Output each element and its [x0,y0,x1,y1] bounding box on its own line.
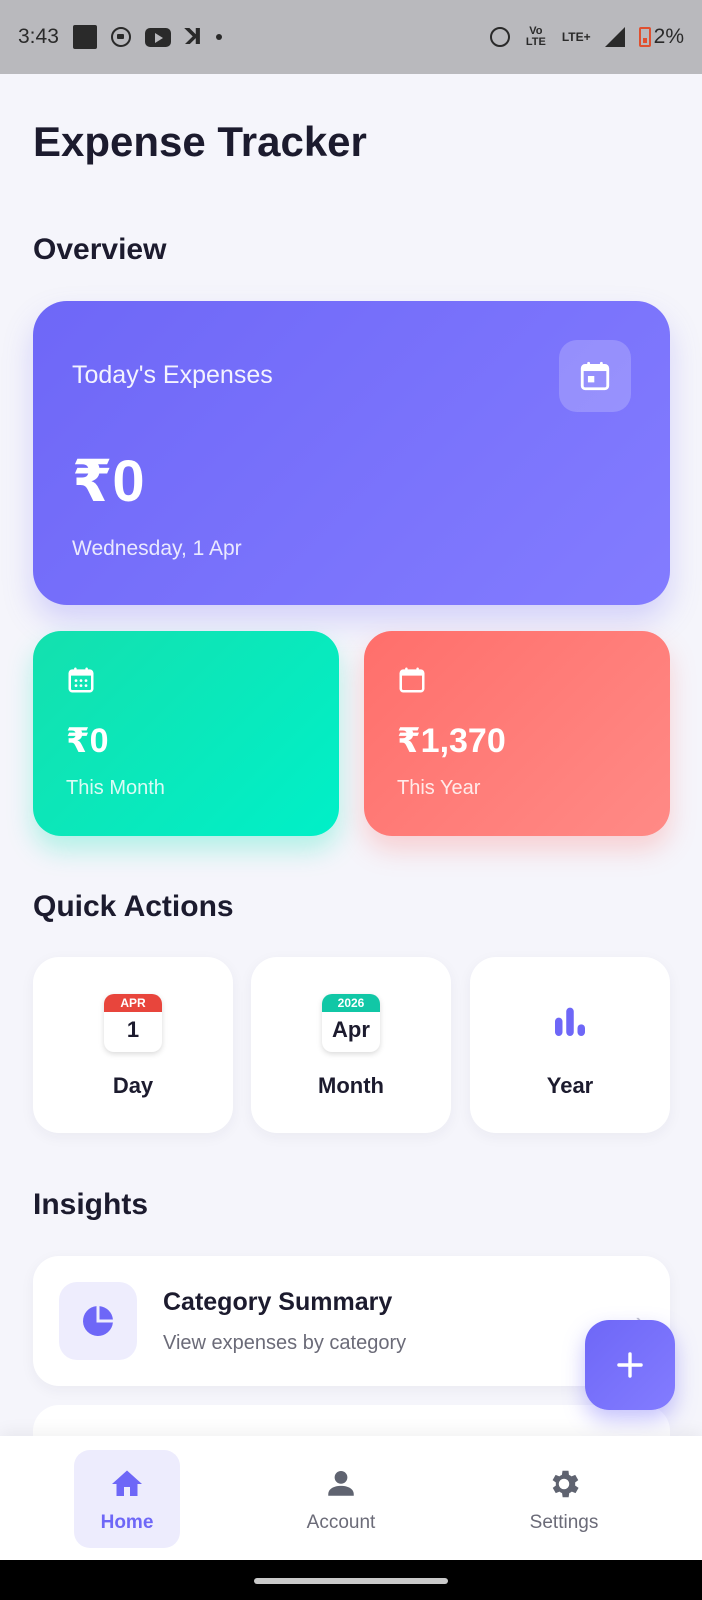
quick-action-month-label: Month [318,1073,384,1098]
nav-item-home[interactable]: Home [74,1450,180,1548]
add-expense-button[interactable] [585,1320,675,1410]
this-year-card[interactable]: ₹1,370 This Year [364,631,670,836]
bar-chart-icon [550,1001,590,1046]
status-bar-right: Vo LTE LTE+ 2% [489,25,684,49]
this-year-label: This Year [397,777,481,799]
notification-media-icon [110,27,131,47]
more-notifications-dot-icon [215,34,222,40]
battery-icon [638,27,651,47]
status-time: 3:43 [18,25,59,48]
calendar-icon [397,665,427,700]
alarm-icon [489,27,510,47]
month-calendar-year: 2026 [322,994,380,1012]
today-date: Wednesday, 1 Apr [72,537,242,560]
bottom-navigation: Home Account Settings [0,1436,702,1560]
today-expenses-card[interactable]: Today's Expenses ₹0 Wednesday, 1 Apr [33,301,670,605]
battery-indicator: 2% [638,25,684,49]
category-summary-subtitle: View expenses by category [163,1332,407,1354]
day-calendar-icon: APR 1 [104,994,162,1052]
day-calendar-date: 1 [126,1017,140,1042]
quick-action-day[interactable]: APR 1 Day [33,957,233,1133]
insights-section-title: Insights [33,1188,149,1221]
category-summary-title: Category Summary [163,1288,393,1316]
system-gesture-bar [0,1560,702,1600]
signal-icon [604,27,625,47]
youtube-icon [144,27,171,47]
nav-account-label: Account [306,1512,376,1533]
this-month-label: This Month [66,777,165,799]
today-expenses-amount: ₹0 [72,449,145,514]
quick-action-year[interactable]: Year [470,957,670,1133]
status-bar: 3:43 ꓘ Vo LTE LTE+ 2% [0,0,702,74]
volte-label: Vo LTE [525,25,546,48]
notification-k-icon: ꓘ [184,24,202,49]
this-month-card[interactable]: ₹0 This Month [33,631,339,836]
lte-label: LTE+ [561,29,591,44]
month-calendar-month: Apr [332,1017,370,1042]
plus-icon [617,1352,643,1378]
calendar-today-icon [559,340,631,412]
gear-icon [546,1466,582,1507]
battery-percent: 2% [653,25,684,48]
this-year-amount: ₹1,370 [397,722,506,760]
nav-settings-label: Settings [529,1512,599,1533]
quick-actions-section-title: Quick Actions [33,890,234,923]
pie-chart-icon [59,1282,137,1360]
person-icon [324,1466,358,1505]
calendar-month-icon [66,665,96,700]
gesture-handle[interactable] [254,1578,448,1584]
status-bar-left: 3:43 ꓘ [18,24,222,50]
quick-action-month[interactable]: 2026 Apr Month [251,957,451,1133]
quick-action-year-label: Year [546,1073,594,1098]
home-icon [109,1466,145,1507]
page-title: Expense Tracker [33,118,367,165]
today-expenses-label: Today's Expenses [72,361,273,389]
day-calendar-month: APR [104,994,162,1012]
this-month-amount: ₹0 [66,722,109,760]
notification-app-icon [72,25,97,49]
nav-home-label: Home [100,1512,154,1533]
nav-item-account[interactable]: Account [288,1450,394,1548]
nav-item-settings[interactable]: Settings [511,1450,617,1548]
quick-action-day-label: Day [112,1073,154,1098]
category-summary-card[interactable]: Category Summary View expenses by catego… [33,1256,670,1386]
month-calendar-icon: 2026 Apr [322,994,380,1052]
overview-section-title: Overview [33,233,167,266]
